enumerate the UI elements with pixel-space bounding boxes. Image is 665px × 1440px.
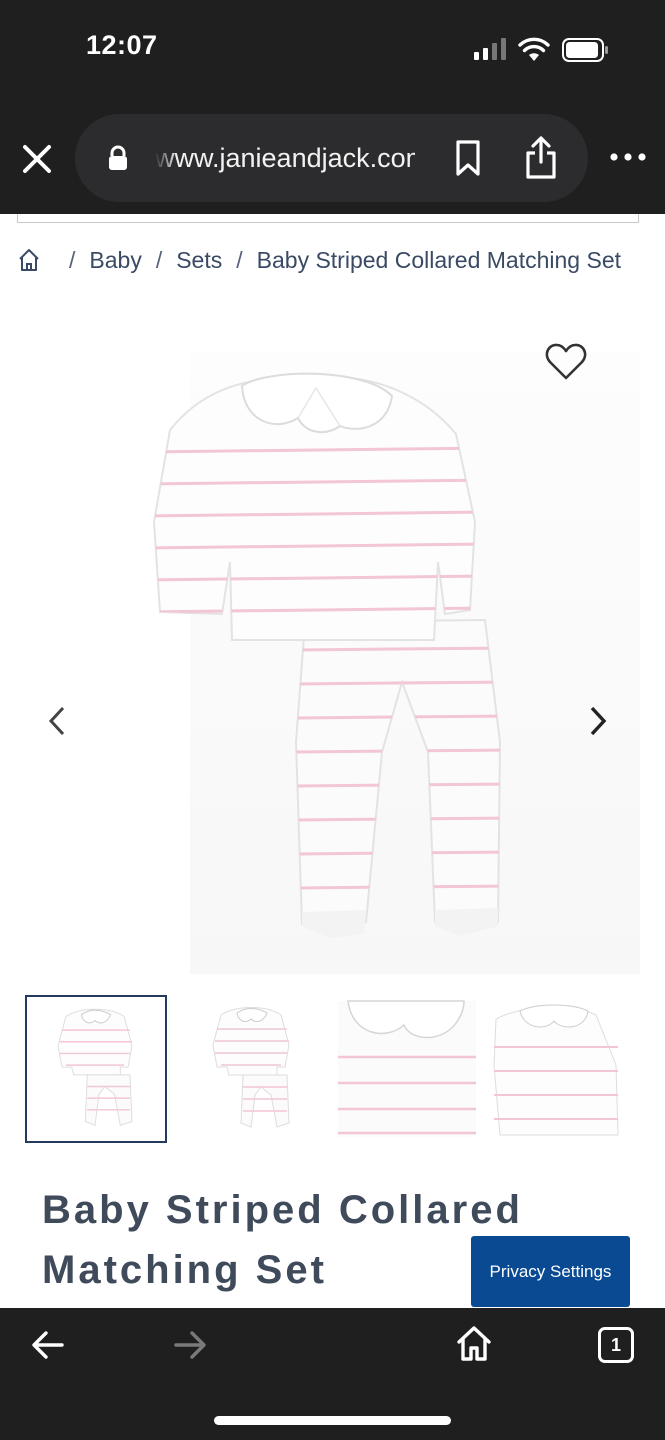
product-title-line1: Baby Striped Collared (42, 1188, 523, 1232)
home-indicator[interactable] (214, 1416, 451, 1425)
product-image[interactable] (30, 322, 640, 974)
more-icon[interactable] (608, 142, 648, 172)
share-icon[interactable] (523, 134, 559, 180)
breadcrumb: / Baby / Sets / Baby Striped Collared Ma… (17, 242, 621, 278)
url-text[interactable]: www.janieandjack.com (155, 140, 415, 176)
chevron-right-icon[interactable] (583, 704, 613, 738)
breadcrumb-separator: / (69, 246, 76, 273)
sweater-shape (152, 372, 477, 641)
browser-bottom-bar: 1 (0, 1308, 665, 1440)
battery-icon (562, 38, 608, 62)
address-bar[interactable]: www.janieandjack.com (75, 114, 588, 202)
bookmark-icon[interactable] (453, 138, 483, 178)
thumbnail-collar-detail[interactable] (338, 995, 476, 1143)
thumbnail-back[interactable] (185, 995, 327, 1143)
wifi-icon (518, 37, 550, 61)
lock-icon (109, 145, 127, 170)
heart-icon[interactable] (544, 342, 588, 382)
status-time: 12:07 (86, 30, 158, 60)
search-field-edge (17, 214, 639, 223)
breadcrumb-separator: / (236, 246, 243, 273)
thumbnail-sweater-detail[interactable] (492, 995, 620, 1143)
pants-shape (294, 618, 502, 938)
close-icon[interactable] (18, 140, 56, 178)
breadcrumb-separator: / (155, 246, 163, 273)
privacy-settings-button[interactable]: Privacy Settings (471, 1236, 630, 1307)
home-icon[interactable] (17, 247, 41, 273)
thumbnail-strip (25, 995, 645, 1143)
breadcrumb-sets[interactable]: Sets (176, 247, 222, 274)
browser-page: 12:07 www.janieandjack.com / Baby / Sets… (0, 0, 665, 1440)
tabs-icon[interactable]: 1 (598, 1327, 634, 1363)
breadcrumb-current: Baby Striped Collared Matching Set (256, 246, 622, 273)
forward-arrow-icon[interactable] (172, 1328, 208, 1362)
breadcrumb-baby[interactable]: Baby (89, 247, 141, 274)
browser-top-bar: 12:07 www.janieandjack.com (0, 0, 665, 214)
back-arrow-icon[interactable] (30, 1328, 66, 1362)
product-title-line2: Matching Set (42, 1248, 327, 1292)
thumbnail-front[interactable] (25, 995, 167, 1143)
status-icons (474, 36, 614, 64)
home-icon[interactable] (456, 1324, 492, 1362)
chevron-left-icon[interactable] (42, 704, 72, 738)
signal-icon (474, 38, 506, 60)
product-photo (152, 372, 502, 938)
